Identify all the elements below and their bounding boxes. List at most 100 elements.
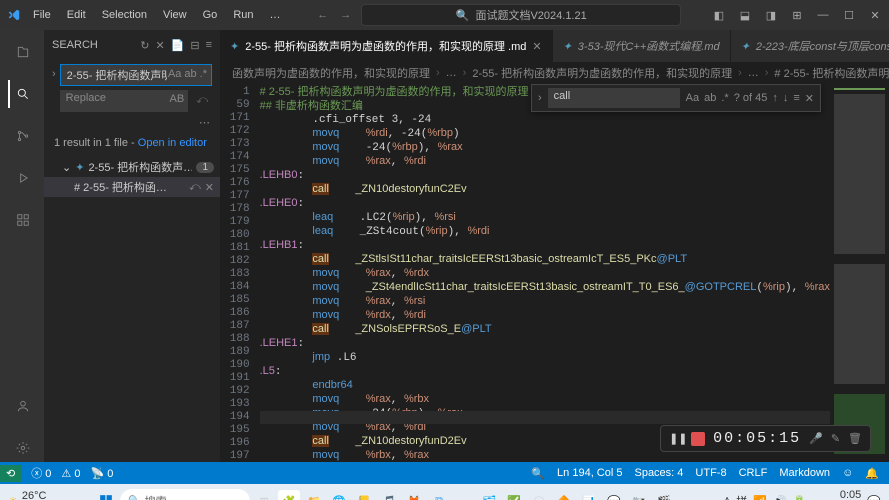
status-eol[interactable]: CRLF: [739, 467, 768, 480]
editor-tab[interactable]: ✦2-223-底层const与顶层const.md: [731, 30, 889, 62]
vscode-icon[interactable]: ⧉: [428, 490, 450, 500]
status-encoding[interactable]: UTF-8: [695, 467, 726, 480]
screen-recorder-bar[interactable]: ❚❚ 00:05:15 🎤 ✎ 🗑: [660, 425, 871, 452]
search-icon[interactable]: [8, 80, 36, 108]
feedback-icon[interactable]: ☺: [842, 467, 853, 480]
app-icon[interactable]: 🎵: [378, 490, 400, 500]
warnings[interactable]: ⚠ 0: [61, 467, 80, 480]
prev-match-icon[interactable]: ↑: [772, 92, 778, 104]
nav-arrows[interactable]: ← →: [317, 9, 351, 21]
errors[interactable]: ⓧ 0: [31, 465, 51, 481]
close-find-icon[interactable]: ✕: [805, 92, 814, 105]
list-icon[interactable]: ≡: [206, 39, 212, 52]
command-center[interactable]: 🔍 面试题文档V2024.1.21: [361, 4, 681, 26]
selection-icon[interactable]: ≡: [793, 92, 799, 104]
input-icon[interactable]: 拼: [736, 493, 747, 500]
search-input[interactable]: 2-55- 把析构函数声明为虚函数的作用，和实现的原理 Aaab.*: [60, 64, 212, 86]
menu-…[interactable]: …: [263, 5, 288, 25]
case-icon[interactable]: Aa: [686, 92, 699, 104]
start-icon[interactable]: [95, 490, 117, 500]
battery-icon[interactable]: 🔋: [793, 495, 807, 500]
layout-bottom-icon[interactable]: ⬓: [737, 7, 753, 23]
clear-icon[interactable]: ✕: [155, 39, 164, 52]
tray-chevron-icon[interactable]: ˄: [724, 495, 730, 500]
editor-tab[interactable]: ✦2-55- 把析构函数声明为虚函数的作用，和实现的原理 .md✕: [220, 30, 553, 62]
app-icon[interactable]: 🧩: [278, 490, 300, 500]
toggle-details-icon[interactable]: ⋯: [44, 114, 220, 131]
collapse-icon[interactable]: ⊟: [190, 39, 199, 52]
task-view-icon[interactable]: ⊞: [253, 490, 275, 500]
replace-match-icon[interactable]: ⤺: [189, 181, 201, 194]
status-position[interactable]: Ln 194, Col 5: [557, 467, 622, 480]
app-icon[interactable]: 🔶: [553, 490, 575, 500]
menu-view[interactable]: View: [156, 5, 194, 25]
trash-icon[interactable]: 🗑: [848, 432, 862, 445]
app-icon[interactable]: 💬: [603, 490, 625, 500]
mic-icon[interactable]: 🎤: [809, 432, 823, 445]
menu-edit[interactable]: Edit: [60, 5, 93, 25]
system-tray[interactable]: ˄ 拼 📶 🔊 🔋 0:052024/7/19 💬: [724, 489, 881, 500]
menu-selection[interactable]: Selection: [95, 5, 154, 25]
replace-input[interactable]: Replace AB: [60, 90, 189, 112]
app-icon[interactable]: 📊: [578, 490, 600, 500]
wifi-icon[interactable]: 📶: [753, 495, 767, 500]
back-icon[interactable]: ←: [317, 9, 328, 21]
editor-tab[interactable]: ✦3-53-现代C++函数式编程.md: [553, 30, 731, 62]
open-in-editor-link[interactable]: Open in editor: [138, 137, 207, 149]
app-icon[interactable]: 📒: [353, 490, 375, 500]
next-match-icon[interactable]: ↓: [783, 92, 789, 104]
word-icon[interactable]: ab: [704, 92, 716, 104]
pen-icon[interactable]: ✎: [831, 432, 840, 445]
layout-right-icon[interactable]: ◨: [763, 7, 779, 23]
remote-icon[interactable]: ⟲: [0, 465, 21, 482]
case-icon[interactable]: Aa: [168, 68, 181, 80]
app-icon[interactable]: 🦊: [403, 490, 425, 500]
app-icon[interactable]: ✅: [503, 490, 525, 500]
menu-file[interactable]: File: [26, 5, 58, 25]
minimap[interactable]: [830, 84, 889, 462]
app-icon[interactable]: 🗨: [528, 490, 550, 500]
volume-icon[interactable]: 🔊: [773, 495, 787, 500]
debug-icon[interactable]: [8, 164, 36, 192]
layout-side-icon[interactable]: ◧: [711, 7, 727, 23]
status-language[interactable]: Markdown: [779, 467, 830, 480]
account-icon[interactable]: [8, 392, 36, 420]
close-icon[interactable]: ✕: [867, 7, 883, 23]
find-expand-icon[interactable]: ›: [538, 92, 542, 104]
preserve-case-icon[interactable]: AB: [170, 93, 185, 105]
new-file-icon[interactable]: 📄: [171, 39, 185, 52]
app-icon[interactable]: 📁: [303, 490, 325, 500]
extensions-icon[interactable]: [8, 206, 36, 234]
ports[interactable]: 📡 0: [90, 467, 113, 480]
scm-icon[interactable]: [8, 122, 36, 150]
app-icon[interactable]: ☁: [453, 490, 475, 500]
regex-icon[interactable]: .*: [721, 92, 728, 104]
maximize-icon[interactable]: ☐: [841, 7, 857, 23]
word-icon[interactable]: ab: [184, 68, 196, 80]
dismiss-match-icon[interactable]: ✕: [205, 181, 214, 194]
zoom-icon[interactable]: 🔍: [531, 467, 545, 480]
find-input[interactable]: call: [548, 88, 680, 108]
notif-icon[interactable]: 💬: [867, 495, 881, 500]
code-content[interactable]: # 2-55- 把析构函数声明为虚函数的作用，和实现的原理 ## 非虚析构函数汇…: [260, 84, 830, 462]
gear-icon[interactable]: [8, 434, 36, 462]
menu-go[interactable]: Go: [196, 5, 225, 25]
close-tab-icon[interactable]: ✕: [532, 40, 541, 53]
pause-icon[interactable]: ❚❚: [669, 432, 683, 446]
taskbar-search[interactable]: 🔍 搜索: [120, 489, 250, 500]
menu-run[interactable]: Run: [226, 5, 260, 25]
bell-icon[interactable]: 🔔: [865, 467, 879, 480]
layout-grid-icon[interactable]: ⊞: [789, 7, 805, 23]
breadcrumb[interactable]: 函数声明为虚函数的作用，和实现的原理›…›2-55- 把析构函数声明为虚函数的作…: [220, 62, 889, 84]
app-icon[interactable]: 📷: [628, 490, 650, 500]
expand-replace-icon[interactable]: ›: [52, 64, 56, 112]
status-spaces[interactable]: Spaces: 4: [634, 467, 683, 480]
regex-icon[interactable]: .*: [200, 68, 207, 80]
refresh-icon[interactable]: ↻: [140, 39, 149, 52]
result-match[interactable]: # 2-55- 把析构函… ⤺✕: [44, 177, 220, 197]
stop-icon[interactable]: [691, 432, 705, 446]
replace-all-icon[interactable]: ⤺: [192, 90, 212, 112]
app-icon[interactable]: 🎬: [653, 490, 675, 500]
weather-widget[interactable]: ☀ 26°C晴朗: [8, 490, 46, 500]
explorer-icon[interactable]: [8, 38, 36, 66]
